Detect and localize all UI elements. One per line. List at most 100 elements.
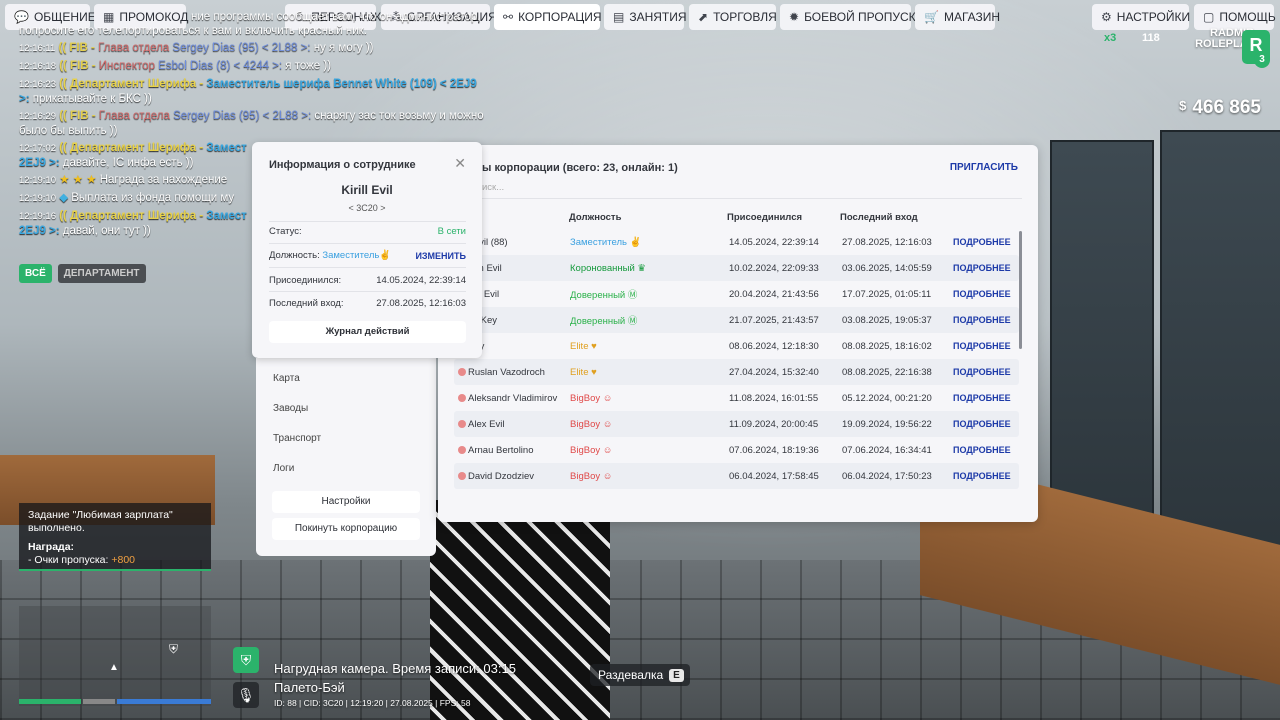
rank-emoji-icon: ♥ [591, 340, 597, 352]
member-last-login: 06.04.2024, 17:50:23 [842, 470, 932, 482]
table-row[interactable]: ya Key Доверенный Ⓜ 21.07.2025, 21:43:57 03… [454, 307, 1019, 333]
nav-corporation-button[interactable]: ⚯ КОРПОРАЦИЯ [494, 4, 602, 30]
chat-tab-all[interactable]: ВСЁ [19, 264, 52, 283]
rank-emoji-icon: ✌ [379, 250, 392, 261]
member-position: Elite ♥ [570, 366, 597, 378]
divider [269, 243, 466, 244]
settings-button[interactable]: Настройки [272, 491, 420, 513]
nav-activities-button[interactable]: ▤ ЗАНЯТИЯ [604, 4, 687, 30]
member-search-input[interactable]: иск... [482, 182, 504, 193]
invite-button[interactable]: ПРИГЛАСИТЬ [950, 162, 1018, 173]
details-button[interactable]: ПОДРОБНЕЕ [953, 315, 1011, 325]
column-position: Должность [569, 212, 622, 223]
menu-item-logs[interactable]: Логи [273, 463, 294, 474]
member-position: BigBoy ☺ [570, 444, 613, 456]
status-label: Статус: [269, 226, 302, 237]
member-joined: 11.08.2024, 16:01:55 [729, 392, 819, 404]
details-button[interactable]: ПОДРОБНЕЕ [953, 445, 1011, 455]
table-row[interactable]: l Evil (88) Заместитель ✌ 14.05.2024, 22:3… [454, 229, 1019, 255]
table-row[interactable]: em Evil Доверенный Ⓜ 20.04.2024, 21:43:56 1… [454, 281, 1019, 307]
table-row[interactable]: Alex Evil BigBoy ☺ 11.09.2024, 20:00:45 19.… [454, 411, 1019, 437]
member-position: BigBoy ☺ [570, 418, 613, 430]
divider [269, 267, 466, 268]
last-login-label: Последний вход: [269, 298, 344, 309]
minimap: ▲ ⛨ [19, 606, 211, 706]
member-joined: 20.04.2024, 21:43:56 [729, 288, 819, 300]
member-last-login: 05.12.2024, 00:21:20 [842, 392, 932, 404]
column-joined: Присоединился [727, 212, 803, 223]
divider [454, 198, 1022, 199]
details-button[interactable]: ПОДРОБНЕЕ [953, 471, 1011, 481]
nav-shop-button[interactable]: 🛒 МАГАЗИН [915, 4, 1000, 30]
chat-tab-department[interactable]: ДЕПАРТАМЕНТ [57, 264, 146, 283]
member-name: Alex Evil [468, 418, 505, 430]
table-row[interactable]: Ruslan Vazodroch Elite ♥ 27.04.2024, 15:32… [454, 359, 1019, 385]
table-row[interactable]: Arnau Bertolino BigBoy ☺ 07.06.2024, 18:19… [454, 437, 1019, 463]
details-button[interactable]: ПОДРОБНЕЕ [953, 393, 1011, 403]
member-last-login: 19.09.2024, 19:56:22 [842, 418, 932, 430]
nav-trade-button[interactable]: ⬈ ТОРГОВЛЯ [689, 4, 777, 30]
shield-icon: ⛨ [233, 647, 259, 673]
location-name: Палето-Бэй [274, 680, 345, 695]
player-ids: ID: 88 | CID: 3C20 | 12:19:20 | 27.08.20… [274, 698, 471, 708]
table-row[interactable]: Aleksandr Vladimirov BigBoy ☺ 11.08.2024, … [454, 385, 1019, 411]
joined-value: 14.05.2024, 22:39:14 [376, 275, 466, 286]
status-dot [458, 446, 466, 454]
member-position: Заместитель ✌ [570, 236, 642, 248]
calendar-icon: ▤ [613, 10, 625, 24]
details-button[interactable]: ПОДРОБНЕЕ [953, 289, 1011, 299]
divider [269, 291, 466, 292]
scrollbar[interactable] [1019, 231, 1022, 349]
task-progress-bar [19, 569, 211, 571]
bodycam-status: Нагрудная камера. Время записи: 03:15 [274, 661, 516, 676]
chat-line: 12:16:29 (( FIB - Глава отдела Sergey Di… [19, 110, 484, 137]
table-row[interactable]: mm Evil Коронованный ♛ 10.02.2024, 22:09:3… [454, 255, 1019, 281]
leave-corporation-button[interactable]: Покинуть корпорацию [272, 518, 420, 540]
employee-tag: < 3C20 > [348, 203, 386, 213]
member-name: Arnau Bertolino [468, 444, 534, 456]
shield-marker-icon: ⛨ [169, 642, 179, 656]
rank-emoji-icon: Ⓜ [627, 290, 638, 301]
chat-line: ние программы сообщает вам, что он админ… [19, 11, 481, 37]
table-row[interactable]: SeyElite ♥08.06.2024, 12:18:3008.08.2025… [454, 333, 1019, 359]
status-dot [458, 394, 466, 402]
player-character [430, 500, 610, 720]
multiplier-badge: x3 [1104, 32, 1117, 44]
details-button[interactable]: ПОДРОБНЕЕ [953, 341, 1011, 351]
member-last-login: 03.08.2025, 19:05:37 [842, 314, 932, 326]
member-joined: 08.06.2024, 12:18:30 [729, 340, 819, 352]
details-button[interactable]: ПОДРОБНЕЕ [953, 237, 1011, 247]
corporation-side-menu: Карта Заводы Транспорт Логи Настройки По… [256, 358, 436, 556]
member-joined: 06.04.2024, 17:58:45 [729, 470, 819, 482]
dressing-room-prompt[interactable]: Раздевалка E [590, 664, 690, 686]
armor-bar [83, 699, 115, 704]
change-position-button[interactable]: ИЗМЕНИТЬ [415, 251, 466, 261]
action-journal-button[interactable]: Журнал действий [269, 321, 466, 343]
member-name: David Dzodziev [468, 470, 534, 482]
column-last-login: Последний вход [840, 212, 918, 223]
rank-emoji-icon: ✌ [629, 236, 642, 248]
member-name: Ruslan Vazodroch [468, 366, 545, 378]
divider [269, 221, 466, 222]
rank-emoji-icon: ☺ [602, 444, 613, 456]
close-icon[interactable]: ✕ [454, 155, 466, 172]
menu-item-factories[interactable]: Заводы [273, 403, 308, 414]
member-position: Доверенный Ⓜ [570, 316, 638, 327]
menu-item-transport[interactable]: Транспорт [273, 433, 321, 444]
gear-badge-icon: ✹ [789, 10, 800, 24]
table-row[interactable]: David Dzodziev BigBoy ☺ 06.04.2024, 17:58:… [454, 463, 1019, 489]
menu-item-map[interactable]: Карта [273, 373, 300, 384]
status-dot [458, 368, 466, 376]
position-label: Должность: [269, 250, 320, 261]
nav-settings-button[interactable]: ⚙ НАСТРОЙКИ [1092, 4, 1190, 30]
member-last-login: 08.08.2025, 18:16:02 [842, 340, 932, 352]
nav-battlepass-button[interactable]: ✹ БОЕВОЙ ПРОПУСК [780, 4, 916, 30]
task-text: Задание "Любимая зарплата" выполнено. [28, 509, 173, 534]
details-button[interactable]: ПОДРОБНЕЕ [953, 367, 1011, 377]
joined-label: Присоединился: [269, 275, 342, 286]
dressing-room-label: Раздевалка [598, 668, 664, 682]
details-button[interactable]: ПОДРОБНЕЕ [953, 263, 1011, 273]
status-row: Статус: В сети [269, 226, 466, 237]
details-button[interactable]: ПОДРОБНЕЕ [953, 419, 1011, 429]
member-position: Доверенный Ⓜ [570, 290, 638, 301]
